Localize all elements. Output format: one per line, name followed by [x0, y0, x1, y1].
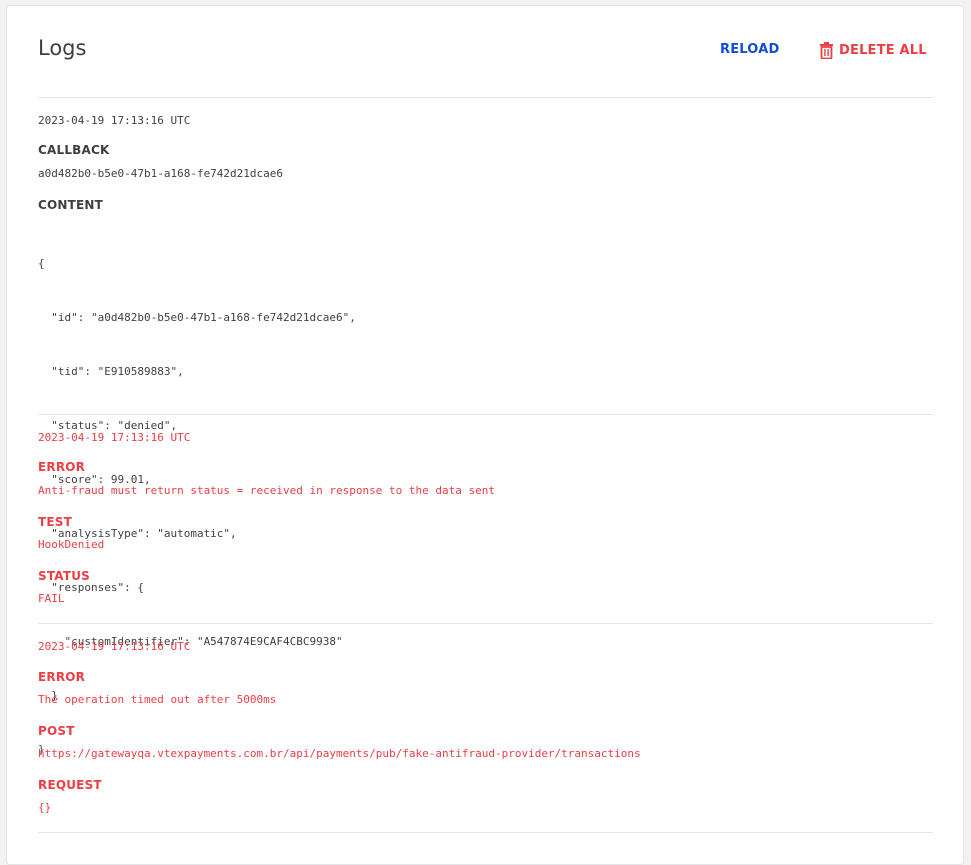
content-label: CONTENT: [38, 198, 104, 212]
divider: [38, 97, 933, 98]
error-label: ERROR: [38, 460, 86, 474]
status-label: STATUS: [38, 569, 91, 583]
log-timestamp: 2023-04-19 17:13:16 UTC: [38, 640, 191, 653]
divider: [38, 414, 933, 415]
content-line: {: [38, 257, 45, 270]
log-timestamp: 2023-04-19 17:13:16 UTC: [38, 431, 191, 444]
content-line: "tid": "E910589883",: [38, 365, 184, 378]
status-value: FAIL: [38, 592, 65, 605]
delete-all-button[interactable]: DELETE ALL: [819, 42, 927, 59]
error-value: Anti-fraud must return status = received…: [38, 484, 495, 497]
logs-header: Logs RELOAD DELETE ALL: [7, 6, 963, 98]
reload-button[interactable]: RELOAD: [720, 42, 779, 57]
content-line: "id": "a0d482b0-b5e0-47b1-a168-fe742d21d…: [38, 311, 356, 324]
request-label: REQUEST: [38, 778, 102, 792]
callback-value: a0d482b0-b5e0-47b1-a168-fe742d21dcae6: [38, 167, 284, 180]
callback-label: CALLBACK: [38, 143, 110, 157]
error-value: The operation timed out after 5000ms: [38, 693, 277, 706]
request-value: {}: [38, 801, 52, 814]
delete-all-label: DELETE ALL: [839, 43, 927, 58]
log-timestamp: 2023-04-19 17:13:16 UTC: [38, 114, 191, 127]
logs-card: Logs RELOAD DELETE ALL 2023-04-19 17:13:…: [6, 5, 964, 865]
page-title: Logs: [38, 36, 87, 60]
post-label: POST: [38, 724, 75, 738]
error-label: ERROR: [38, 670, 86, 684]
trash-icon: [820, 42, 833, 59]
divider: [38, 832, 933, 833]
test-value: HookDenied: [38, 538, 105, 551]
post-url: https://gatewayqa.vtexpayments.com.br/ap…: [38, 747, 641, 760]
divider: [38, 623, 933, 624]
test-label: TEST: [38, 515, 73, 529]
